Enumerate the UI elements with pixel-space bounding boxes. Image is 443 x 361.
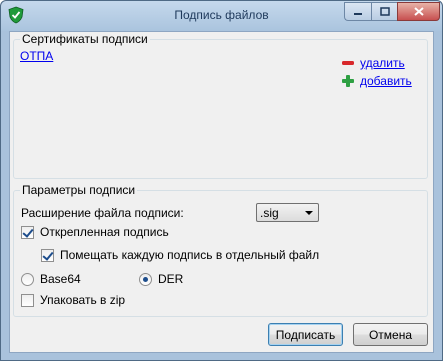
certificate-item[interactable]: ОТПА (20, 49, 53, 63)
der-radio-circle[interactable] (139, 272, 152, 286)
plus-icon (342, 75, 354, 87)
remove-certificate-link[interactable]: удалить (341, 56, 405, 70)
chevron-down-icon (305, 211, 313, 215)
close-button[interactable] (397, 2, 440, 21)
signature-params-group-label: Параметры подписи (20, 183, 138, 197)
dialog-client-area: Сертификаты подписи ОТПА удалить добавит… (9, 31, 434, 353)
add-certificate-link[interactable]: добавить (341, 74, 412, 88)
zip-check[interactable] (21, 293, 34, 307)
der-label: DER (158, 272, 184, 286)
base64-radio[interactable]: Base64 (21, 272, 81, 286)
maximize-icon (379, 7, 390, 16)
extension-select-value: .sig (260, 205, 279, 220)
base64-radio-circle[interactable] (21, 272, 34, 286)
minimize-icon (354, 12, 362, 15)
detached-signature-label: Открепленная подпись (40, 225, 169, 239)
certificates-group: Сертификаты подписи ОТПА удалить добавит… (13, 32, 428, 179)
separate-file-label: Помещать каждую подпись в отдельный файл (60, 248, 320, 262)
extension-select[interactable]: .sig (256, 203, 319, 222)
der-radio[interactable]: DER (139, 272, 183, 286)
remove-certificate-label: удалить (360, 56, 405, 70)
minus-icon (342, 61, 354, 65)
cancel-button[interactable]: Отмена (353, 323, 428, 346)
sign-button[interactable]: Подписать (268, 323, 343, 346)
minimize-button[interactable] (344, 2, 371, 21)
close-icon (413, 7, 424, 16)
title-bar[interactable]: Подпись файлов (1, 1, 442, 31)
detached-signature-check[interactable] (21, 225, 34, 239)
separate-file-checkbox[interactable]: Помещать каждую подпись в отдельный файл (41, 248, 319, 262)
base64-label: Base64 (40, 272, 81, 286)
dialog-window: Подпись файлов Сертификаты подписи ОТПА … (0, 0, 443, 361)
certificates-group-label: Сертификаты подписи (20, 32, 150, 46)
zip-checkbox[interactable]: Упаковать в zip (21, 293, 125, 307)
maximize-button[interactable] (371, 2, 397, 21)
extension-label: Расширение файла подписи: (21, 206, 184, 220)
zip-label: Упаковать в zip (40, 293, 126, 307)
separate-file-check[interactable] (41, 248, 54, 262)
detached-signature-checkbox[interactable]: Открепленная подпись (21, 225, 169, 239)
add-certificate-label: добавить (360, 74, 412, 88)
